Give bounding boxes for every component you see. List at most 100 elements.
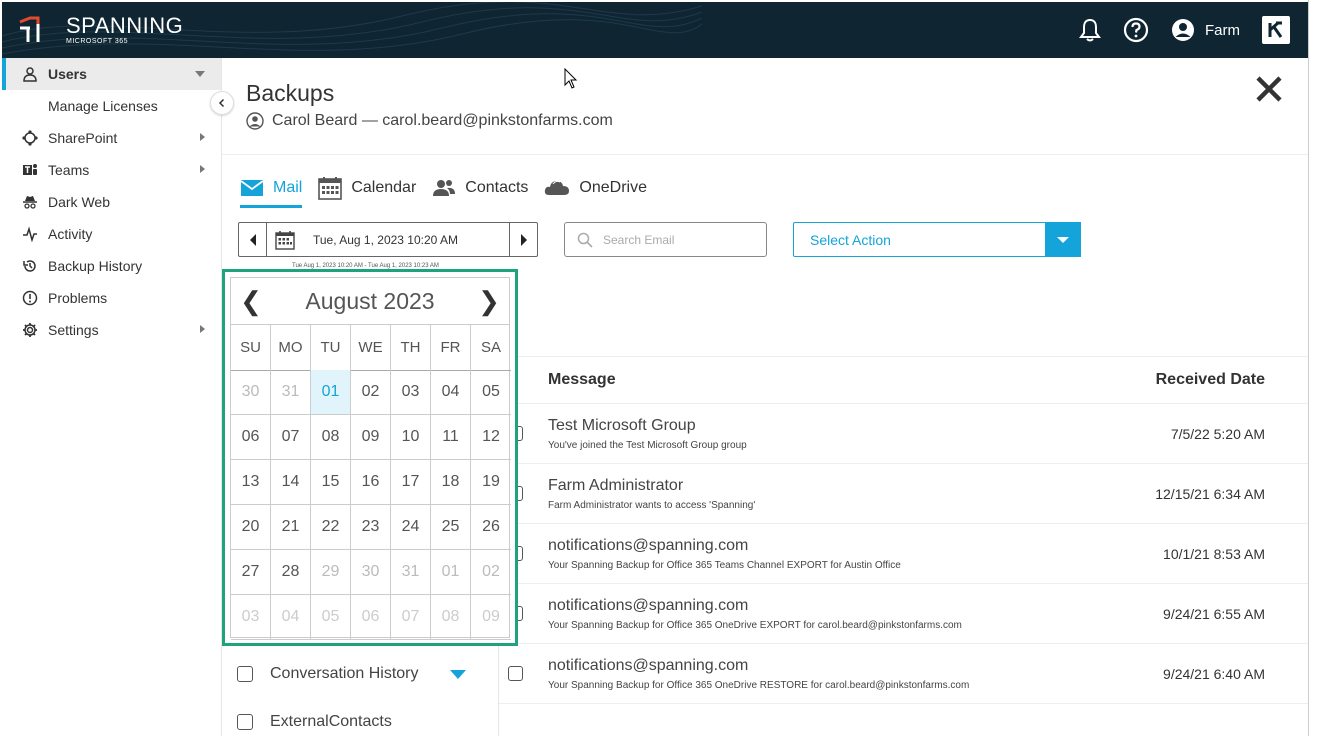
message-subject: Your Spanning Backup for Office 365 OneD… bbox=[548, 679, 970, 691]
spanning-logo[interactable]: SPANNING MICROSOFT 365 bbox=[16, 14, 183, 46]
folder-item-external-contacts[interactable]: ExternalContacts bbox=[222, 698, 482, 736]
calendar-day[interactable]: 08 bbox=[431, 595, 471, 640]
date-picker-field[interactable]: Tue, Aug 1, 2023 10:20 AM bbox=[267, 230, 509, 250]
calendar-day[interactable]: 11 bbox=[431, 415, 471, 460]
calendar-day[interactable]: 09 bbox=[471, 595, 511, 640]
teams-icon bbox=[20, 160, 40, 180]
tab-contacts[interactable]: Contacts bbox=[432, 172, 528, 204]
calendar-day[interactable]: 19 bbox=[471, 460, 511, 505]
table-row[interactable]: Test Microsoft Group You've joined the Te… bbox=[499, 404, 1308, 464]
sidebar-item-backup-history[interactable]: Backup History bbox=[2, 250, 221, 282]
sidebar-item-settings[interactable]: Settings bbox=[2, 314, 221, 346]
sidebar-item-problems[interactable]: Problems bbox=[2, 282, 221, 314]
folder-checkbox[interactable] bbox=[237, 714, 253, 730]
people-icon bbox=[432, 179, 456, 197]
received-date: 12/15/21 6:34 AM bbox=[1155, 485, 1265, 502]
calendar-day[interactable]: 24 bbox=[391, 505, 431, 550]
message-from: notifications@spanning.com bbox=[548, 656, 749, 674]
chevron-down-icon[interactable] bbox=[450, 670, 466, 679]
table-row[interactable]: notifications@spanning.com Your Spanning … bbox=[499, 644, 1308, 704]
calendar-day[interactable]: 17 bbox=[391, 460, 431, 505]
folder-checkbox[interactable] bbox=[237, 666, 253, 682]
calendar-day[interactable]: 15 bbox=[311, 460, 351, 505]
folder-list: Conversation History ExternalContacts bbox=[222, 650, 482, 736]
calendar-day[interactable]: 27 bbox=[231, 550, 271, 595]
calendar-day[interactable]: 16 bbox=[351, 460, 391, 505]
calendar-day[interactable]: 12 bbox=[471, 415, 511, 460]
next-month-button[interactable]: ❯ bbox=[469, 286, 509, 317]
calendar-day[interactable]: 22 bbox=[311, 505, 351, 550]
sidebar-item-activity[interactable]: Activity bbox=[2, 218, 221, 250]
calendar-day[interactable]: 14 bbox=[271, 460, 311, 505]
calendar-day[interactable]: 06 bbox=[351, 595, 391, 640]
column-header-received-date[interactable]: Received Date bbox=[1156, 371, 1265, 389]
calendar-day[interactable]: 30 bbox=[231, 370, 271, 415]
selected-date: Tue, Aug 1, 2023 10:20 AM bbox=[313, 232, 458, 247]
sidebar-item-users[interactable]: Users bbox=[2, 58, 221, 90]
calendar-day[interactable]: 26 bbox=[471, 505, 511, 550]
previous-date-button[interactable] bbox=[239, 223, 267, 256]
folder-item-conversation-history[interactable]: Conversation History bbox=[222, 650, 482, 698]
calendar-day[interactable]: 21 bbox=[271, 505, 311, 550]
calendar-day[interactable]: 07 bbox=[271, 415, 311, 460]
kaseya-logo-icon[interactable] bbox=[1262, 16, 1290, 44]
calendar-day[interactable]: 28 bbox=[271, 550, 311, 595]
calendar-day[interactable]: 31 bbox=[391, 550, 431, 595]
calendar-day[interactable]: 08 bbox=[311, 415, 351, 460]
column-header-message[interactable]: Message bbox=[548, 371, 1156, 389]
calendar-day[interactable]: 03 bbox=[231, 595, 271, 640]
calendar-day[interactable]: 09 bbox=[351, 415, 391, 460]
calendar-day[interactable]: 18 bbox=[431, 460, 471, 505]
triangle-left-icon bbox=[249, 233, 256, 246]
tab-onedrive[interactable]: OneDrive bbox=[544, 172, 647, 204]
calendar-day[interactable]: 06 bbox=[231, 415, 271, 460]
search-email-input[interactable]: Search Email bbox=[564, 222, 767, 257]
message-subject: You've joined the Test Microsoft Group g… bbox=[548, 439, 747, 451]
chevron-down-icon[interactable] bbox=[1045, 222, 1081, 257]
calendar-day[interactable]: 05 bbox=[311, 595, 351, 640]
calendar-day[interactable]: 01 bbox=[431, 550, 471, 595]
bell-icon[interactable] bbox=[1079, 18, 1101, 42]
table-row[interactable]: notifications@spanning.com Your Spanning … bbox=[499, 524, 1308, 584]
calendar-icon bbox=[275, 230, 295, 250]
calendar-day[interactable]: 04 bbox=[431, 370, 471, 415]
help-icon[interactable] bbox=[1123, 17, 1149, 43]
calendar-day[interactable]: 02 bbox=[471, 550, 511, 595]
calendar-day[interactable]: 29 bbox=[311, 550, 351, 595]
calendar-day[interactable]: 05 bbox=[471, 370, 511, 415]
sidebar-item-label: Problems bbox=[48, 290, 108, 306]
tab-mail[interactable]: Mail bbox=[240, 172, 303, 208]
sidebar-item-manage-licenses[interactable]: Manage Licenses bbox=[2, 90, 221, 122]
next-date-button[interactable] bbox=[509, 223, 537, 256]
received-date: 9/24/21 6:55 AM bbox=[1163, 605, 1265, 622]
sidebar-item-dark-web[interactable]: Dark Web bbox=[2, 186, 221, 218]
calendar-day[interactable]: 23 bbox=[351, 505, 391, 550]
previous-month-button[interactable]: ❮ bbox=[231, 286, 271, 317]
message-subject: Farm Administrator wants to access 'Span… bbox=[548, 499, 756, 511]
collapse-sidebar-button[interactable] bbox=[210, 91, 234, 115]
calendar-day[interactable]: 07 bbox=[391, 595, 431, 640]
calendar-day[interactable]: 02 bbox=[351, 370, 391, 415]
cloud-icon bbox=[544, 178, 570, 198]
sidebar-item-sharepoint[interactable]: SharePoint bbox=[2, 122, 221, 154]
calendar-day[interactable]: 03 bbox=[391, 370, 431, 415]
window-edge bbox=[1308, 0, 1327, 736]
calendar-day[interactable]: 20 bbox=[231, 505, 271, 550]
select-action-dropdown[interactable]: Select Action bbox=[793, 222, 1081, 257]
table-row[interactable]: notifications@spanning.com Your Spanning … bbox=[499, 584, 1308, 644]
row-checkbox[interactable] bbox=[508, 666, 523, 681]
table-row[interactable]: Farm Administrator Farm Administrator wan… bbox=[499, 464, 1308, 524]
spy-icon bbox=[20, 192, 40, 212]
page-title: Backups bbox=[246, 80, 335, 106]
calendar-day[interactable]: 10 bbox=[391, 415, 431, 460]
sidebar-item-teams[interactable]: Teams bbox=[2, 154, 221, 186]
calendar-day[interactable]: 01 bbox=[311, 370, 351, 415]
calendar-day[interactable]: 30 bbox=[351, 550, 391, 595]
user-menu[interactable]: Farm bbox=[1171, 18, 1240, 42]
calendar-day[interactable]: 04 bbox=[271, 595, 311, 640]
calendar-day[interactable]: 13 bbox=[231, 460, 271, 505]
calendar-day[interactable]: 25 bbox=[431, 505, 471, 550]
close-button[interactable] bbox=[1254, 74, 1284, 104]
calendar-day[interactable]: 31 bbox=[271, 370, 311, 415]
tab-calendar[interactable]: Calendar bbox=[318, 172, 416, 204]
